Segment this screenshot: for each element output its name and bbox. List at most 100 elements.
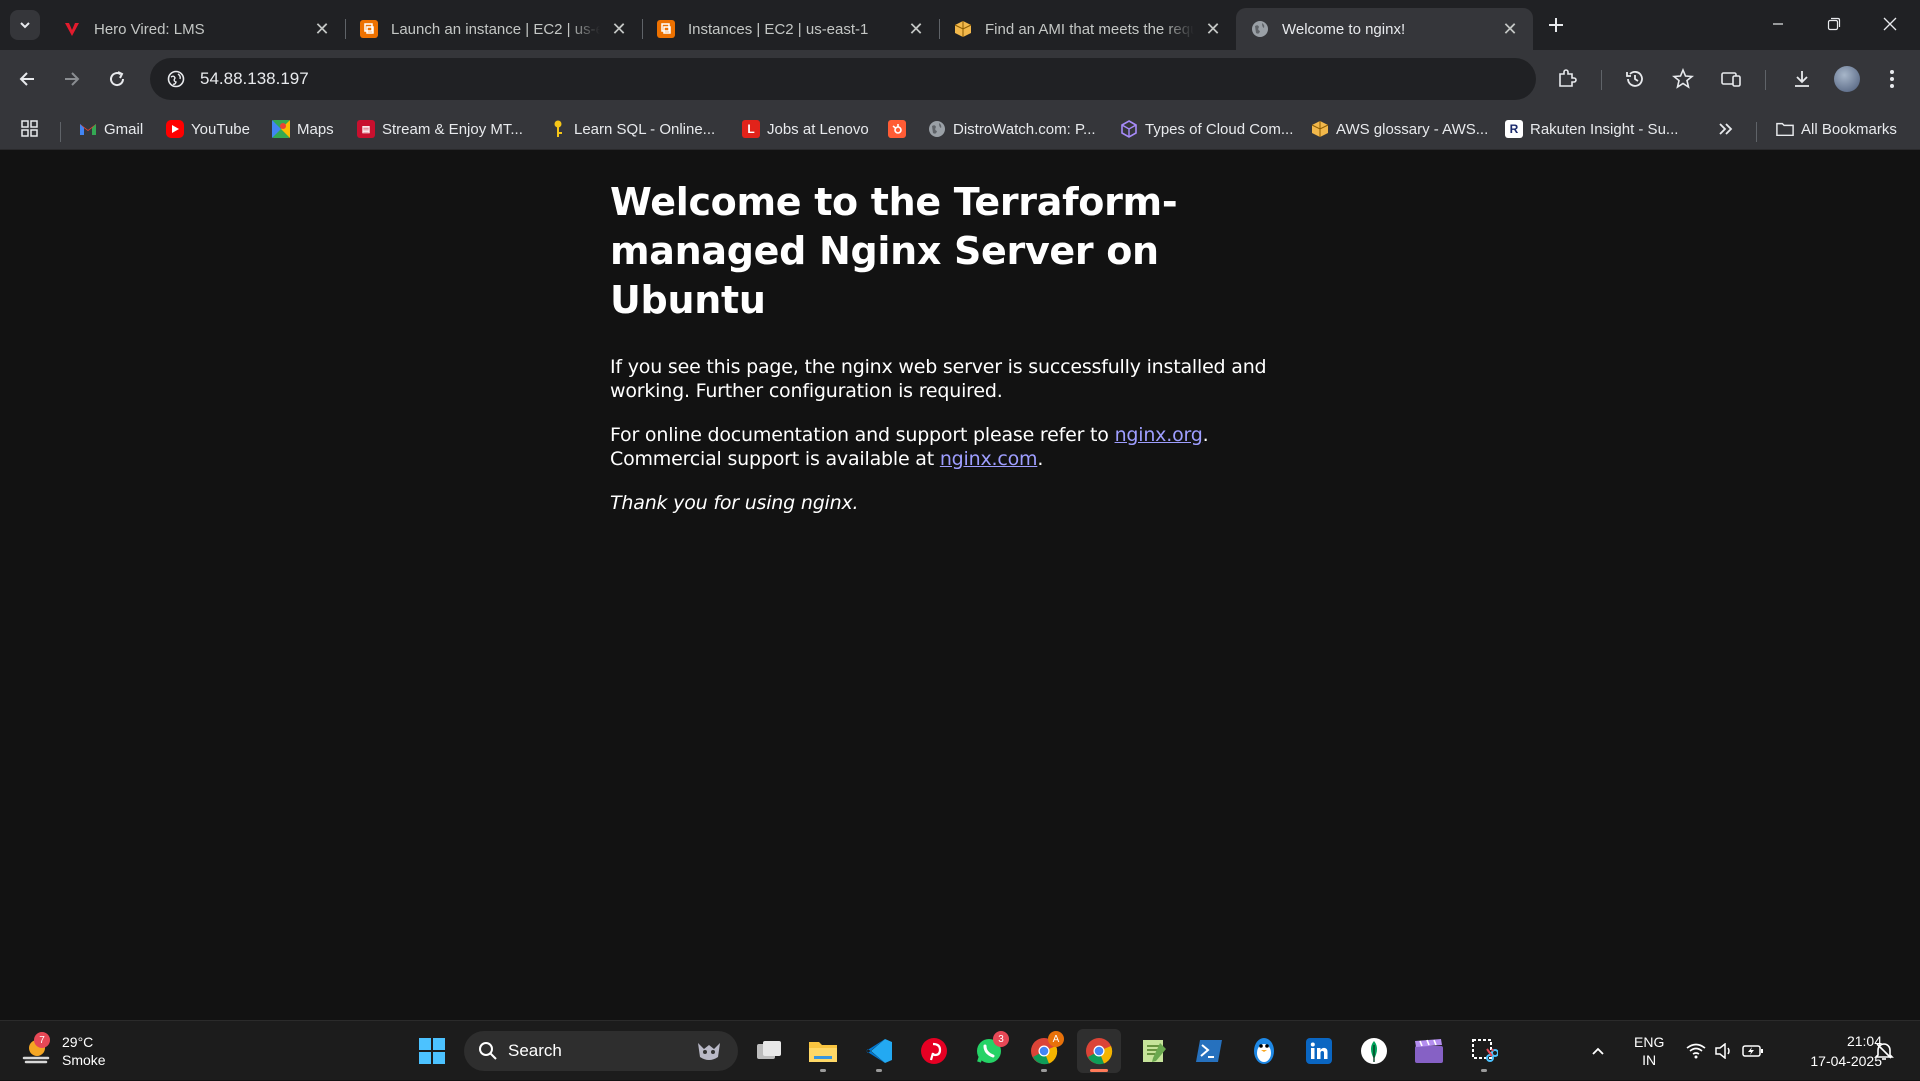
restore-button[interactable] [1806, 0, 1862, 48]
chrome-icon [1086, 1038, 1113, 1065]
search-highlight-icon [694, 1037, 724, 1065]
bookmark-mtv[interactable]: ▤ Stream & Enjoy MT... [357, 116, 523, 142]
aws-icon [953, 19, 973, 39]
new-tab-button[interactable] [1540, 10, 1572, 40]
nginx-org-link[interactable]: nginx.org [1115, 424, 1203, 446]
bookmark-distrowatch[interactable]: DistroWatch.com: P... [928, 116, 1096, 142]
bookmark-rakuten[interactable]: R Rakuten Insight - Su... [1505, 116, 1678, 142]
clapperboard-icon [1415, 1039, 1443, 1063]
nginx-com-link[interactable]: nginx.com [940, 448, 1038, 470]
bookmark-maps[interactable]: Maps [272, 116, 334, 142]
bookmark-label: YouTube [191, 120, 250, 138]
reload-button[interactable] [99, 61, 135, 97]
all-bookmarks-button[interactable]: All Bookmarks [1776, 116, 1897, 142]
wifi-icon [1686, 1043, 1706, 1059]
pinterest-icon [921, 1038, 947, 1064]
tab-instances[interactable]: Instances | EC2 | us-east-1 ✕ [642, 8, 939, 50]
chrome-profile-button[interactable]: A [1022, 1029, 1066, 1073]
bookmark-star-button[interactable] [1665, 61, 1701, 97]
language-indicator[interactable]: ENG IN [1634, 1021, 1664, 1081]
clipchamp-button[interactable] [1407, 1029, 1451, 1073]
maps-icon [272, 120, 290, 138]
downloads-button[interactable] [1784, 61, 1820, 97]
powershell-icon [1196, 1040, 1222, 1062]
site-info-icon[interactable] [162, 65, 190, 93]
close-icon[interactable]: ✕ [905, 18, 927, 40]
windows-taskbar: 7 29°C Smoke Search 3 A ENG IN 21:04 17-… [0, 1020, 1920, 1080]
clock[interactable]: 21:04 17-04-2025 [1782, 1031, 1882, 1071]
web-page: Welcome to the Terraform-managed Nginx S… [0, 151, 1920, 1020]
whatsapp-badge: 3 [993, 1031, 1009, 1047]
linkedin-button[interactable] [1297, 1029, 1341, 1073]
close-icon[interactable]: ✕ [311, 18, 333, 40]
close-icon[interactable]: ✕ [1202, 18, 1224, 40]
weather-widget[interactable]: 7 29°C Smoke [20, 1029, 106, 1073]
quick-settings-button[interactable] [1686, 1021, 1764, 1081]
bookmark-learn-sql[interactable]: Learn SQL - Online... [549, 116, 715, 142]
search-icon [479, 1042, 497, 1060]
powershell-button[interactable] [1187, 1029, 1231, 1073]
tab-groups-button[interactable] [1713, 61, 1749, 97]
plus-icon [1549, 18, 1563, 32]
hero-vired-icon [62, 19, 82, 39]
show-hidden-icons-button[interactable] [1590, 1021, 1606, 1081]
task-view-button[interactable] [747, 1029, 791, 1073]
puzzle-icon [1559, 69, 1577, 87]
weather-smoke-icon: 7 [20, 1032, 54, 1068]
folder-icon [1776, 120, 1794, 138]
bookmark-label: Maps [297, 120, 334, 138]
globe-icon [928, 120, 946, 138]
weather-desc: Smoke [62, 1052, 106, 1068]
profile-button[interactable] [1829, 61, 1865, 97]
close-window-button[interactable] [1862, 0, 1918, 48]
tab-search-button[interactable] [10, 10, 40, 40]
bookmark-gmail[interactable]: Gmail [79, 116, 143, 142]
menu-button[interactable] [1874, 61, 1910, 97]
file-explorer-button[interactable] [801, 1029, 845, 1073]
qq-button[interactable] [1242, 1029, 1286, 1073]
tab-launch-instance[interactable]: Launch an instance | EC2 | us-east-1 ✕ [345, 8, 642, 50]
notepad-icon [1143, 1040, 1166, 1062]
reload-icon [110, 71, 125, 87]
globe-icon [1250, 19, 1270, 39]
close-icon[interactable]: ✕ [608, 18, 630, 40]
bookmark-lenovo[interactable]: L Jobs at Lenovo [742, 116, 869, 142]
bookmark-cloud-types[interactable]: Types of Cloud Com... [1120, 116, 1293, 142]
vscode-button[interactable] [857, 1029, 901, 1073]
cube-icon [1120, 120, 1138, 138]
pinterest-button[interactable] [912, 1029, 956, 1073]
minimize-button[interactable] [1750, 0, 1806, 48]
back-button[interactable] [9, 61, 45, 97]
docs-paragraph: For online documentation and support ple… [610, 423, 1310, 471]
history-button[interactable] [1617, 61, 1653, 97]
bookmark-youtube[interactable]: YouTube [166, 116, 250, 142]
apps-button[interactable] [20, 116, 40, 142]
tab-welcome-nginx[interactable]: Welcome to nginx! ✕ [1236, 8, 1533, 50]
notifications-button[interactable] [1874, 1021, 1894, 1081]
star-list-icon [1672, 68, 1694, 89]
close-icon[interactable]: ✕ [1499, 18, 1521, 40]
taskbar-search[interactable]: Search [464, 1031, 738, 1071]
start-button[interactable] [410, 1029, 454, 1073]
bookmark-hubspot[interactable] [888, 116, 913, 142]
address-bar[interactable]: 54.88.138.197 [150, 58, 1536, 100]
chrome-active-button[interactable] [1077, 1029, 1121, 1073]
aws-ec2-icon [656, 19, 676, 39]
task-view-icon [757, 1041, 781, 1059]
notepad-plus-button[interactable] [1132, 1029, 1176, 1073]
whatsapp-button[interactable]: 3 [967, 1029, 1011, 1073]
forward-button[interactable] [54, 61, 90, 97]
url-text[interactable]: 54.88.138.197 [200, 69, 309, 89]
chrome-badge: A [1048, 1031, 1064, 1047]
extensions-button[interactable] [1549, 61, 1585, 97]
tab-find-ami[interactable]: Find an AMI that meets the requirements … [939, 8, 1236, 50]
intro-paragraph: If you see this page, the nginx web serv… [610, 356, 1267, 402]
weather-badge: 7 [34, 1032, 50, 1048]
more-bookmarks-button[interactable] [1718, 116, 1734, 142]
tab-hero-vired[interactable]: Hero Vired: LMS ✕ [48, 8, 345, 50]
mongodb-button[interactable] [1352, 1029, 1396, 1073]
arrow-left-icon [19, 72, 34, 86]
volume-icon [1715, 1043, 1730, 1059]
bookmark-aws-glossary[interactable]: AWS glossary - AWS... [1311, 116, 1488, 142]
snipping-tool-button[interactable] [1462, 1029, 1506, 1073]
